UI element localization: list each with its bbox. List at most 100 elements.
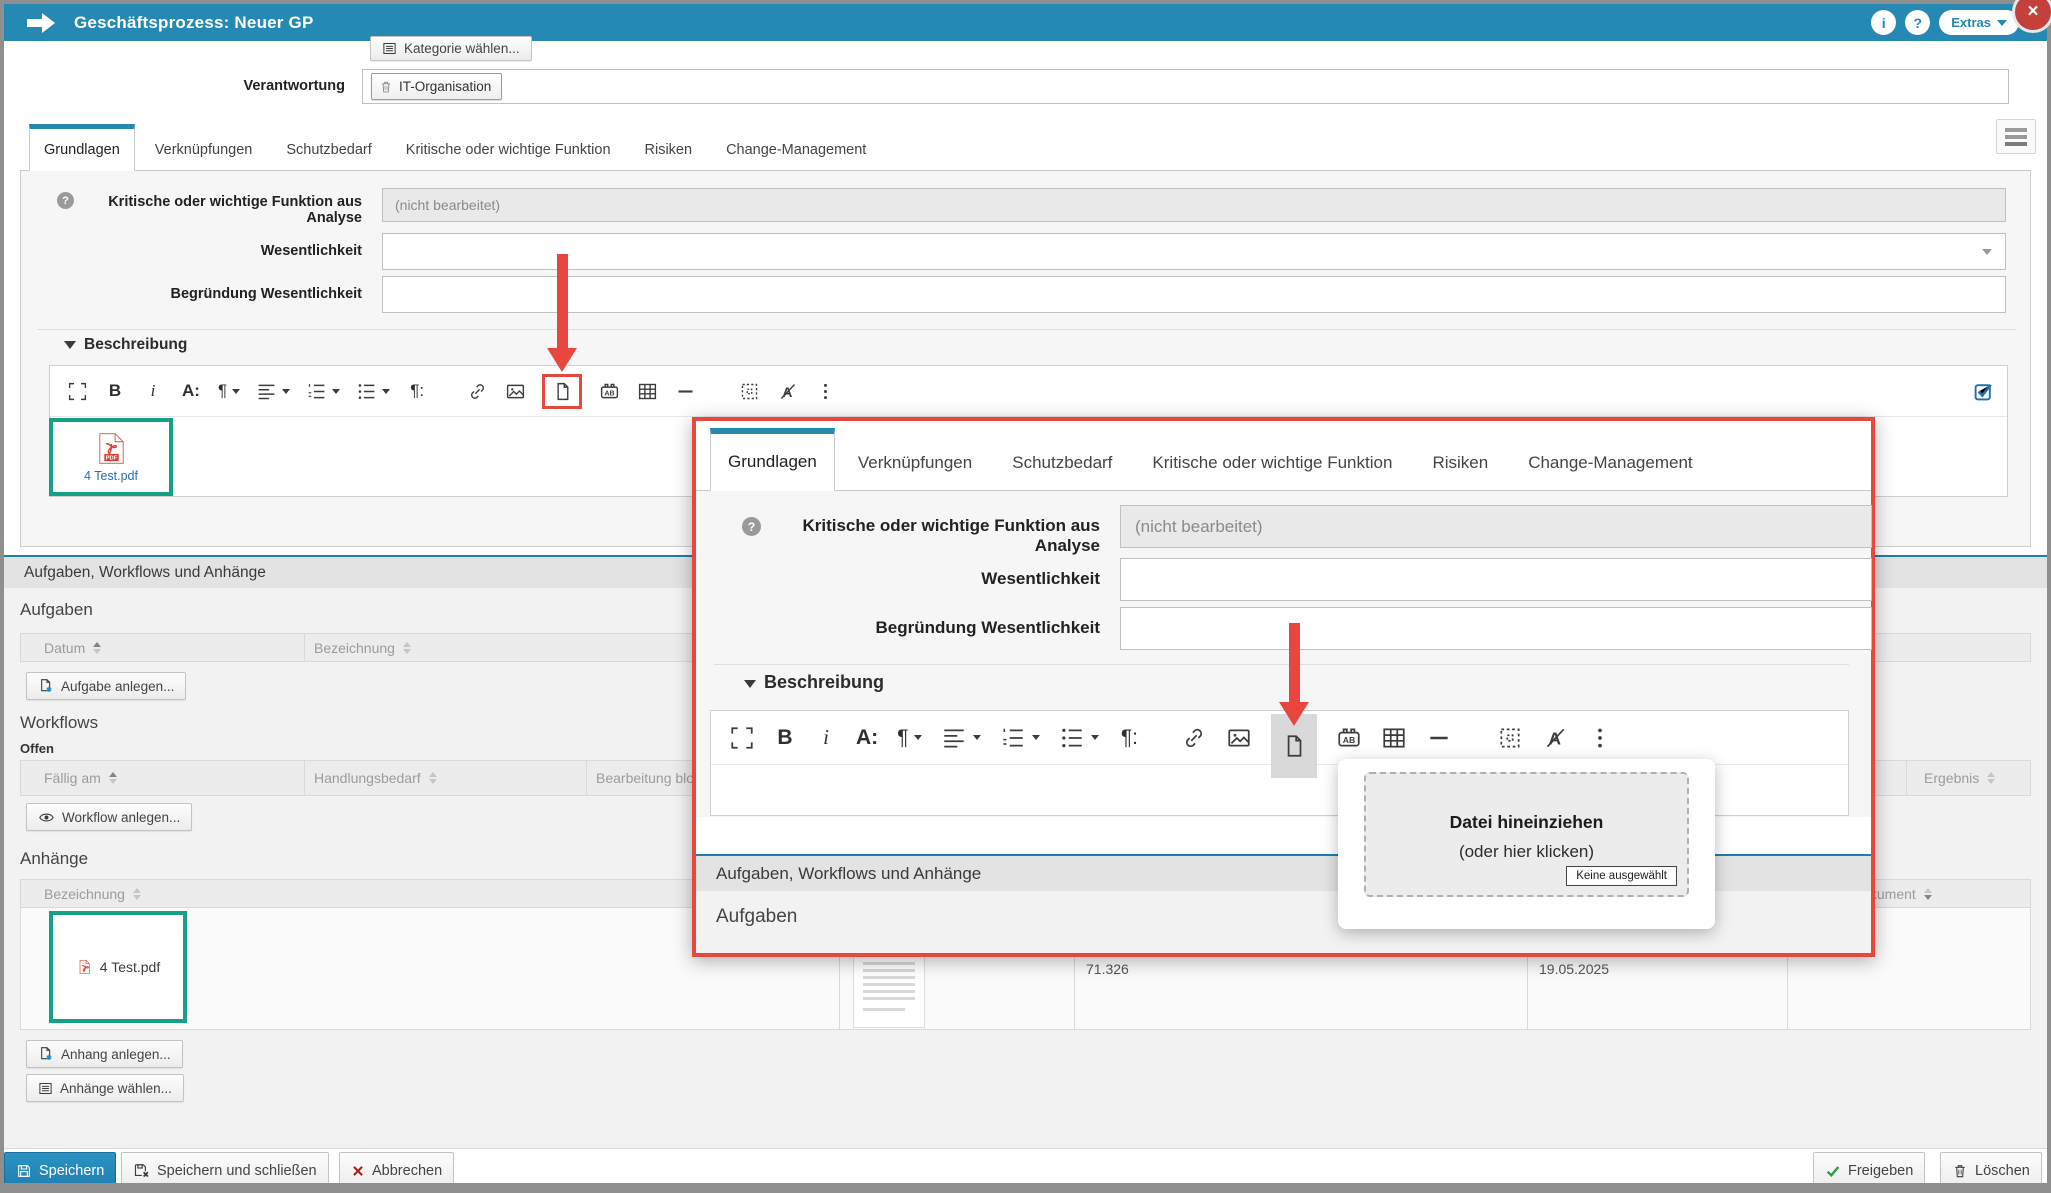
paragraph-styles-icon[interactable]: ¶: — [1118, 721, 1140, 755]
align-icon[interactable] — [941, 721, 981, 755]
table-icon[interactable] — [636, 374, 658, 408]
more-icon[interactable] — [1587, 721, 1613, 755]
align-icon[interactable] — [256, 374, 290, 408]
tab-verknüpfungen[interactable]: Verknüpfungen — [841, 428, 989, 491]
file-icon[interactable] — [1271, 714, 1317, 778]
italic-icon[interactable]: i — [815, 721, 837, 755]
anhang-row-attachment[interactable]: 4 Test.pdf — [49, 911, 187, 1023]
tab-change-management[interactable]: Change-Management — [712, 124, 880, 171]
horizontal-rule-icon[interactable] — [674, 374, 696, 408]
tab-kritische-oder-wichtige-funktion[interactable]: Kritische oder wichtige Funktion — [392, 124, 625, 171]
sort-icons[interactable] — [133, 888, 141, 900]
kategorie-waehlen-button[interactable]: Kategorie wählen... — [370, 36, 532, 61]
embedded-pdf-attachment[interactable]: 4 Test.pdf — [49, 418, 173, 496]
view-toggle-button[interactable] — [1996, 119, 2036, 154]
workflow-anlegen-button[interactable]: Workflow anlegen... — [26, 803, 192, 831]
abbreviation-icon[interactable] — [598, 374, 620, 408]
table-icon[interactable] — [1381, 721, 1407, 755]
file-icon[interactable] — [542, 374, 582, 409]
tab-grundlagen[interactable]: Grundlagen — [710, 428, 835, 491]
image-icon[interactable] — [1226, 721, 1252, 755]
sort-icons[interactable] — [1987, 772, 1995, 784]
tab-risiken[interactable]: Risiken — [631, 124, 707, 171]
column-header-fällig-am[interactable]: Fällig am — [44, 770, 117, 786]
beschreibung-label: Beschreibung — [84, 336, 187, 353]
bold-icon[interactable]: B — [774, 721, 796, 755]
begruendung-input[interactable] — [1120, 607, 1872, 650]
paragraph-icon[interactable]: ¶ — [897, 721, 922, 755]
tab-schutzbedarf[interactable]: Schutzbedarf — [995, 428, 1129, 491]
verantwortung-field[interactable]: IT-Organisation — [362, 69, 2009, 104]
sort-icons[interactable] — [429, 772, 437, 784]
column-header-ergebnis[interactable]: Ergebnis — [1924, 770, 1995, 786]
paragraph-icon[interactable]: ¶ — [218, 374, 240, 408]
clear-format-icon[interactable] — [776, 374, 798, 408]
verantwortung-label: Verantwortung — [145, 78, 345, 94]
keine-ausgewaehlt-button[interactable]: Keine ausgewählt — [1566, 866, 1677, 886]
paragraph-styles-icon[interactable]: ¶: — [406, 374, 428, 408]
image-icon[interactable] — [504, 374, 526, 408]
font-size-icon[interactable]: A: — [856, 721, 878, 755]
begruendung-input[interactable] — [382, 276, 2006, 313]
tab-kritische-oder-wichtige-funktion[interactable]: Kritische oder wichtige Funktion — [1135, 428, 1409, 491]
help-button[interactable]: ? — [1905, 10, 1930, 35]
link-icon[interactable] — [1181, 721, 1207, 755]
select-cells-icon[interactable] — [738, 374, 760, 408]
app-arrow-icon — [26, 12, 56, 34]
column-header-handlungsbedarf[interactable]: Handlungsbedarf — [314, 770, 437, 786]
caret-down-icon — [332, 389, 340, 394]
beschreibung-section-toggle[interactable]: Beschreibung — [64, 336, 187, 354]
sort-icons[interactable] — [109, 772, 117, 784]
sort-icons[interactable] — [1924, 888, 1932, 900]
kategorie-waehlen-label: Kategorie wählen... — [404, 41, 520, 56]
tab-schutzbedarf[interactable]: Schutzbedarf — [272, 124, 385, 171]
bold-icon[interactable]: B — [104, 374, 126, 408]
horizontal-rule-icon[interactable] — [1426, 721, 1452, 755]
help-icon[interactable]: ? — [742, 517, 761, 536]
caret-down-icon — [1091, 735, 1099, 740]
anhaenge-waehlen-button[interactable]: Anhänge wählen... — [26, 1074, 184, 1102]
tab-change-management[interactable]: Change-Management — [1511, 428, 1709, 491]
wesentlichkeit-select[interactable] — [382, 233, 2006, 270]
abbreviation-icon[interactable] — [1336, 721, 1362, 755]
help-icon[interactable]: ? — [57, 192, 74, 209]
more-icon[interactable] — [814, 374, 836, 408]
speichern-button[interactable]: Speichern — [4, 1152, 116, 1189]
column-header-datum[interactable]: Datum — [44, 640, 101, 656]
beschreibung-section-toggle[interactable]: Beschreibung — [744, 672, 884, 693]
fullscreen-icon[interactable] — [729, 721, 755, 755]
collapse-triangle-icon — [64, 341, 76, 349]
document-thumbnail[interactable] — [853, 954, 925, 1028]
fullscreen-icon[interactable] — [66, 374, 88, 408]
unordered-list-icon[interactable] — [356, 374, 390, 408]
aufgabe-anlegen-button[interactable]: Aufgabe anlegen... — [26, 672, 186, 700]
link-icon[interactable] — [466, 374, 488, 408]
sort-icons[interactable] — [93, 642, 101, 654]
wesentlichkeit-select[interactable] — [1120, 558, 1872, 601]
ordered-list-icon[interactable] — [306, 374, 340, 408]
verantwortung-chip[interactable]: IT-Organisation — [371, 73, 502, 100]
speichern-schliessen-button[interactable]: Speichern und schließen — [121, 1152, 329, 1189]
check-icon — [1825, 1163, 1841, 1179]
extras-button[interactable]: Extras — [1939, 10, 2019, 35]
tab-risiken[interactable]: Risiken — [1415, 428, 1505, 491]
select-cells-icon[interactable] — [1497, 721, 1523, 755]
column-header-bezeichnung[interactable]: Bezeichnung — [314, 640, 411, 656]
italic-icon[interactable]: i — [142, 374, 164, 408]
unordered-list-icon[interactable] — [1059, 721, 1099, 755]
file-dropzone[interactable]: Datei hineinziehen (oder hier klicken) K… — [1364, 772, 1689, 897]
column-header-bezeichnung[interactable]: Bezeichnung — [44, 886, 141, 902]
freigeben-button[interactable]: Freigeben — [1813, 1152, 1925, 1189]
ordered-list-icon[interactable] — [1000, 721, 1040, 755]
loeschen-button[interactable]: Löschen — [1940, 1152, 2042, 1189]
tab-verknüpfungen[interactable]: Verknüpfungen — [141, 124, 267, 171]
tab-grundlagen[interactable]: Grundlagen — [29, 124, 135, 171]
sort-icons[interactable] — [403, 642, 411, 654]
editor-checkbox[interactable] — [1974, 382, 1993, 401]
zoom-inset-overlay: GrundlagenVerknüpfungenSchutzbedarfKriti… — [692, 417, 1875, 957]
anhang-anlegen-button[interactable]: Anhang anlegen... — [26, 1040, 183, 1068]
info-button[interactable]: i — [1871, 10, 1896, 35]
clear-format-icon[interactable] — [1542, 721, 1568, 755]
font-size-icon[interactable]: A: — [180, 374, 202, 408]
abbrechen-button[interactable]: Abbrechen — [339, 1152, 454, 1189]
